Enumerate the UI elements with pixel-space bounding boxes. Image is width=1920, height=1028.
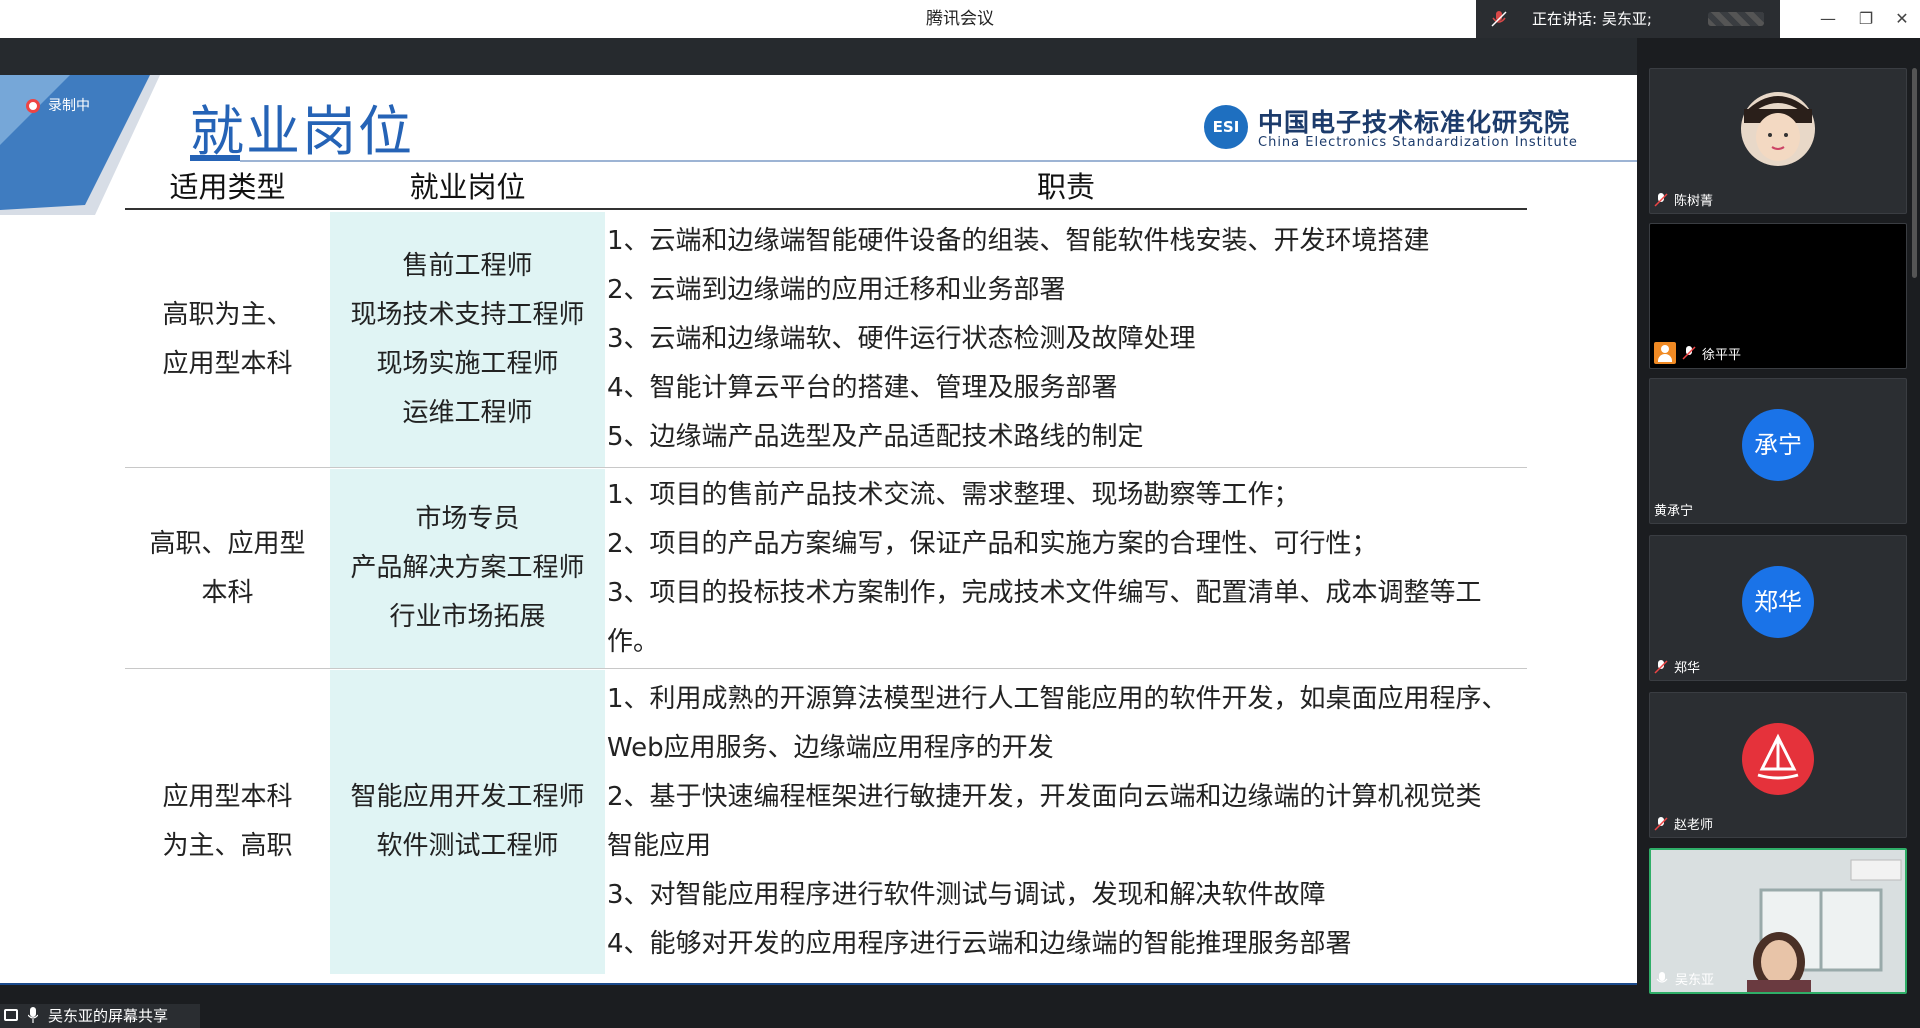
duty-line: 2、基于快速编程框架进行敏捷开发，开发面向云端和边缘端的计算机视觉类	[607, 782, 1482, 812]
type-cell: 高职为主、 应用型本科	[125, 212, 330, 467]
mic-muted-icon	[1654, 192, 1668, 207]
title-bar: 腾讯会议 正在讲话: 吴东亚; — ❐ ✕	[0, 0, 1920, 38]
participant-avatar: 郑华	[1742, 566, 1814, 638]
duty-cell: 1、利用成熟的开源算法模型进行人工智能应用的软件开发，如桌面应用程序、 Web应…	[605, 670, 1527, 974]
screen-share-icon	[4, 1009, 18, 1021]
duty-cell: 1、项目的售前产品技术交流、需求整理、现场勘察等工作； 2、项目的产品方案编写，…	[605, 469, 1527, 668]
sailboat-icon	[1742, 723, 1814, 795]
position-line: 行业市场拓展	[389, 602, 546, 632]
toolbar-band	[0, 38, 1637, 75]
mic-muted-icon	[1491, 11, 1507, 27]
duty-line: 智能应用	[607, 831, 712, 861]
title-underline	[190, 155, 240, 161]
esi-logo: ESI 中国电子技术标准化研究院 China Electronics Stand…	[1204, 103, 1577, 151]
table-header: 适用类型 就业岗位 职责	[125, 165, 1527, 210]
participant-name: 陈树菁	[1654, 190, 1713, 209]
blurred-region	[1708, 12, 1764, 26]
duty-line: 1、云端和边缘端智能硬件设备的组装、智能软件栈安装、开发环境搭建	[607, 226, 1430, 256]
duty-line: 作。	[607, 626, 660, 657]
participant-photo	[1741, 92, 1815, 166]
type-line: 高职为主、	[162, 299, 293, 330]
participant-name-text: 徐平平	[1702, 347, 1742, 363]
participant-tile[interactable]: 承宁 黄承宁	[1649, 378, 1907, 524]
header-duty: 职责	[1036, 170, 1095, 204]
duty-line: 4、能够对开发的应用程序进行云端和边缘端的智能推理服务部署	[607, 929, 1352, 959]
position-line: 市场专员	[415, 504, 520, 534]
position-cell: 智能应用开发工程师 软件测试工程师	[330, 670, 605, 974]
mic-icon	[1656, 971, 1668, 983]
position-cell: 售前工程师 现场技术支持工程师 现场实施工程师 运维工程师	[330, 212, 605, 467]
position-cell: 市场专员 产品解决方案工程师 行业市场拓展	[330, 469, 605, 668]
participant-tile-active[interactable]: 吴东亚	[1649, 848, 1907, 994]
participant-tile[interactable]: 徐平平	[1649, 223, 1907, 369]
duty-line: 5、边缘端产品选型及产品适配技术路线的制定	[607, 422, 1144, 452]
position-line: 产品解决方案工程师	[350, 553, 585, 583]
type-line: 应用型本科	[162, 782, 293, 812]
participants-panel: 陈树菁 徐平平 承宁 黄承宁 郑华 郑华 赵老师 吴东亚	[1637, 38, 1920, 1028]
duty-line: 2、云端到边缘端的应用迁移和业务部署	[607, 275, 1066, 305]
participant-avatar: 承宁	[1742, 409, 1814, 481]
table-row: 应用型本科 为主、高职 智能应用开发工程师 软件测试工程师 1、利用成熟的开源算…	[125, 670, 1527, 974]
position-line: 售前工程师	[402, 250, 533, 281]
participant-tile[interactable]: 陈树菁	[1649, 68, 1907, 214]
participant-name: 赵老师	[1654, 814, 1713, 833]
type-line: 高职、应用型	[149, 528, 306, 559]
participant-name-text: 吴东亚	[1675, 973, 1715, 988]
participant-name-text: 赵老师	[1674, 818, 1714, 833]
participant-tile[interactable]: 郑华 郑华	[1649, 535, 1907, 681]
header-position: 就业岗位	[409, 170, 526, 204]
recording-label: 录制中	[48, 98, 90, 114]
position-line: 现场实施工程师	[376, 348, 559, 379]
header-type: 适用类型	[169, 170, 286, 204]
duty-line: Web应用服务、边缘端应用程序的开发	[607, 733, 1054, 763]
position-line: 现场技术支持工程师	[350, 299, 585, 330]
screen-share-label[interactable]: 吴东亚的屏幕共享	[0, 1004, 200, 1028]
type-line: 应用型本科	[162, 348, 293, 379]
participant-name: 郑华	[1654, 657, 1700, 676]
logo-name-cn: 中国电子技术标准化研究院	[1258, 108, 1571, 137]
participant-name: 徐平平	[1654, 342, 1741, 364]
position-line: 智能应用开发工程师	[350, 782, 585, 812]
participant-name: 吴东亚	[1655, 969, 1714, 988]
table-row: 高职为主、 应用型本科 售前工程师 现场技术支持工程师 现场实施工程师 运维工程…	[125, 212, 1527, 468]
type-cell: 高职、应用型 本科	[125, 469, 330, 668]
participant-name: 黄承宁	[1654, 500, 1693, 519]
recording-indicator: 录制中	[26, 95, 90, 115]
position-line: 运维工程师	[402, 397, 533, 428]
speaking-text: 正在讲话: 吴东亚;	[1532, 10, 1652, 28]
user-avatar-icon	[1654, 342, 1676, 364]
record-dot-icon	[26, 99, 40, 113]
sidebar-scrollbar[interactable]	[1912, 68, 1917, 278]
duty-line: 3、对智能应用程序进行软件测试与调试，发现和解决软件故障	[607, 880, 1326, 910]
position-line: 软件测试工程师	[376, 831, 559, 861]
duty-line: 4、智能计算云平台的搭建、管理及服务部署	[607, 373, 1118, 403]
mic-muted-icon	[1654, 816, 1668, 831]
close-button[interactable]: ✕	[1880, 0, 1920, 38]
type-cell: 应用型本科 为主、高职	[125, 670, 330, 974]
logo-name-en: China Electronics Standardization Instit…	[1258, 135, 1578, 150]
type-line: 为主、高职	[162, 831, 293, 861]
participant-name-text: 黄承宁	[1654, 504, 1694, 519]
header-divider	[240, 160, 1637, 162]
participant-name-text: 陈树菁	[1674, 194, 1714, 209]
slide-footer-bar	[0, 983, 1637, 985]
duty-cell: 1、云端和边缘端智能硬件设备的组装、智能软件栈安装、开发环境搭建 2、云端到边缘…	[605, 212, 1527, 467]
participant-name-text: 郑华	[1674, 661, 1701, 676]
participant-tile[interactable]: 赵老师	[1649, 692, 1907, 838]
shared-slide: 录制中 就业岗位 ESI 中国电子技术标准化研究院 China Electron…	[0, 75, 1637, 985]
duty-line: 3、项目的投标技术方案制作，完成技术文件编写、配置清单、成本调整等工	[607, 577, 1482, 608]
duty-line: 1、项目的售前产品技术交流、需求整理、现场勘察等工作；	[607, 479, 1300, 510]
esi-logo-mark: ESI	[1204, 105, 1248, 149]
speaking-indicator[interactable]: 正在讲话: 吴东亚;	[1476, 0, 1780, 38]
mic-muted-icon	[1682, 346, 1696, 360]
mic-icon	[28, 1007, 38, 1023]
mic-muted-icon	[1654, 659, 1668, 674]
type-line: 本科	[201, 577, 254, 608]
screen-share-text: 吴东亚的屏幕共享	[48, 1007, 169, 1025]
table-row: 高职、应用型 本科 市场专员 产品解决方案工程师 行业市场拓展 1、项目的售前产…	[125, 469, 1527, 669]
duty-line: 1、利用成熟的开源算法模型进行人工智能应用的软件开发，如桌面应用程序、	[607, 684, 1508, 714]
duty-line: 3、云端和边缘端软、硬件运行状态检测及故障处理	[607, 324, 1196, 354]
duty-line: 2、项目的产品方案编写，保证产品和实施方案的合理性、可行性；	[607, 528, 1378, 559]
